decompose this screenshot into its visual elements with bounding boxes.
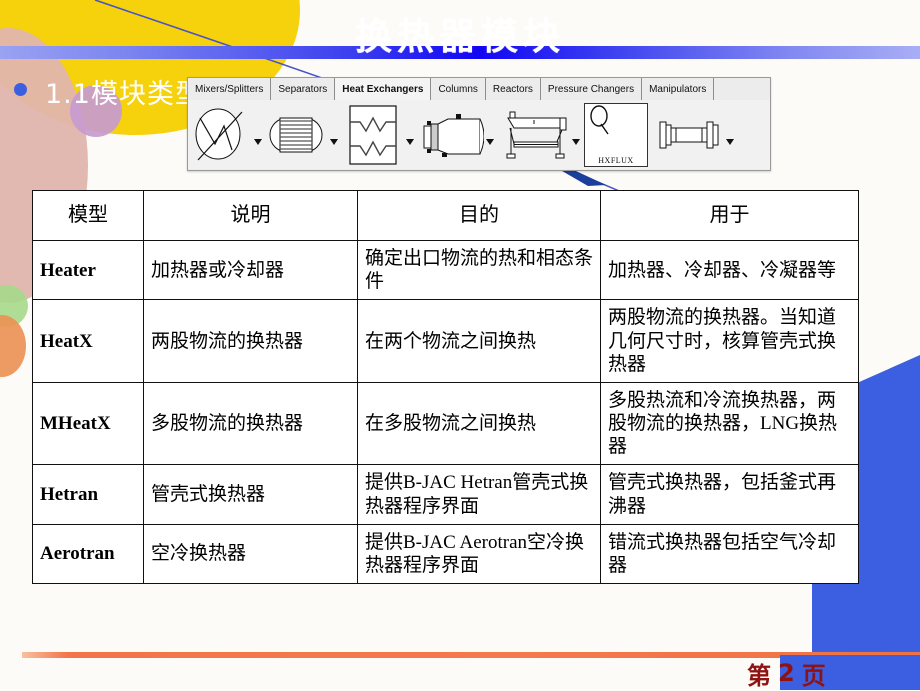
palette-slot-hxfvsa[interactable]	[650, 100, 736, 169]
tab-heat-exchangers[interactable]: Heat Exchangers	[335, 78, 432, 101]
cell-model: Hetran	[32, 464, 144, 525]
model-palette[interactable]: Mixers/Splitters Separators Heat Exchang…	[187, 77, 771, 171]
page-number: 2	[778, 659, 796, 687]
table-row: Aerotran 空冷换热器 提供B-JAC Aerotran空冷换热器程序界面…	[32, 523, 859, 585]
hxfvsa-dropdown-caret-icon[interactable]	[726, 138, 734, 145]
heatx-icon[interactable]	[266, 104, 328, 166]
tab-columns[interactable]: Columns	[431, 78, 486, 100]
mheatx-dropdown-caret-icon[interactable]	[406, 138, 414, 145]
model-table: 模型 说明 目的 用于 Heater 加热器或冷却器 确定出口物流的热和相态条件…	[32, 190, 859, 585]
cell-description: 多股物流的换热器	[143, 381, 358, 466]
tab-separators[interactable]: Separators	[271, 78, 336, 100]
palette-slot-mheatx[interactable]	[340, 100, 416, 169]
hxflux-icon[interactable]	[586, 104, 646, 148]
cell-purpose: 提供B-JAC Aerotran空冷换热器程序界面	[357, 523, 601, 585]
column-header-description: 说明	[143, 190, 358, 241]
cell-purpose: 确定出口物流的热和相态条件	[357, 239, 601, 301]
hetran-dropdown-caret-icon[interactable]	[486, 138, 494, 145]
palette-tabstrip[interactable]: Mixers/Splitters Separators Heat Exchang…	[188, 78, 770, 101]
tab-manipulators[interactable]: Manipulators	[642, 78, 715, 100]
hetran-icon[interactable]	[418, 104, 484, 166]
palette-slot-heater[interactable]	[188, 100, 264, 169]
palette-slot-hetran[interactable]	[416, 100, 496, 169]
heater-icon[interactable]	[190, 104, 252, 166]
cell-usage: 错流式换热器包括空气冷却器	[600, 523, 859, 585]
table-row: MHeatX 多股物流的换热器 在多股物流之间换热 多股热流和冷流换热器，两股物…	[32, 381, 859, 466]
aerotran-icon[interactable]	[498, 104, 570, 166]
heater-dropdown-caret-icon[interactable]	[254, 138, 262, 145]
tab-reactors[interactable]: Reactors	[485, 78, 541, 100]
table-row: Hetran 管壳式换热器 提供B-JAC Hetran管壳式换热器程序界面 管…	[32, 464, 859, 525]
cell-purpose: 提供B-JAC Hetran管壳式换热器程序界面	[357, 464, 601, 525]
cell-model: HeatX	[32, 299, 144, 383]
page-label-prefix: 第	[747, 661, 772, 690]
cell-usage: 多股热流和冷流换热器，两股物流的换热器，LNG换热器	[600, 381, 859, 466]
table-row: Heater 加热器或冷却器 确定出口物流的热和相态条件 加热器、冷却器、冷凝器…	[32, 239, 859, 301]
cell-purpose: 在多股物流之间换热	[357, 381, 601, 466]
mheatx-icon[interactable]	[342, 104, 404, 166]
palette-slot-aerotran[interactable]	[496, 100, 582, 169]
decorative-green-circle	[0, 285, 28, 327]
cell-description: 管壳式换热器	[143, 464, 358, 525]
bullet-label: 1.1模块类型	[45, 79, 203, 110]
hxflux-cell[interactable]: HXFLUX	[584, 102, 648, 167]
aerotran-dropdown-caret-icon[interactable]	[572, 138, 580, 145]
page-title: 换热器模块	[355, 15, 565, 58]
cell-purpose: 在两个物流之间换热	[357, 299, 601, 383]
cell-usage: 加热器、冷却器、冷凝器等	[600, 239, 859, 301]
palette-slot-hxflux[interactable]: HXFLUX	[582, 100, 650, 169]
cell-usage: 管壳式换热器，包括釜式再沸器	[600, 464, 859, 525]
column-header-model: 模型	[32, 190, 144, 241]
tab-pressure-changers[interactable]: Pressure Changers	[540, 78, 643, 100]
cell-model: MHeatX	[32, 381, 144, 466]
palette-slot-heatx[interactable]	[264, 100, 340, 169]
hxfvsa-icon[interactable]	[652, 104, 724, 166]
bullet-dot-icon	[14, 83, 27, 96]
hxflux-label: HXFLUX	[598, 155, 634, 165]
column-header-purpose: 目的	[357, 190, 601, 241]
heatx-dropdown-caret-icon[interactable]	[330, 138, 338, 145]
page-label-suffix: 页	[801, 661, 827, 690]
cell-description: 空冷换热器	[143, 523, 358, 585]
cell-model: Heater	[32, 239, 144, 301]
cell-description: 加热器或冷却器	[143, 239, 358, 301]
page-indicator: 第 2 页	[747, 657, 907, 690]
palette-icon-row[interactable]: HXFLUX	[188, 100, 770, 169]
table-row: HeatX 两股物流的换热器 在两个物流之间换热 两股物流的换热器。当知道几何尺…	[32, 299, 859, 383]
cell-usage: 两股物流的换热器。当知道几何尺寸时，核算管壳式换热器	[600, 299, 859, 383]
tab-mixers-splitters[interactable]: Mixers/Splitters	[188, 78, 272, 100]
column-header-usage: 用于	[600, 190, 859, 241]
cell-description: 两股物流的换热器	[143, 299, 358, 383]
table-header-row: 模型 说明 目的 用于	[32, 190, 859, 241]
cell-model: Aerotran	[32, 523, 144, 585]
decorative-orange-blob	[0, 315, 26, 377]
